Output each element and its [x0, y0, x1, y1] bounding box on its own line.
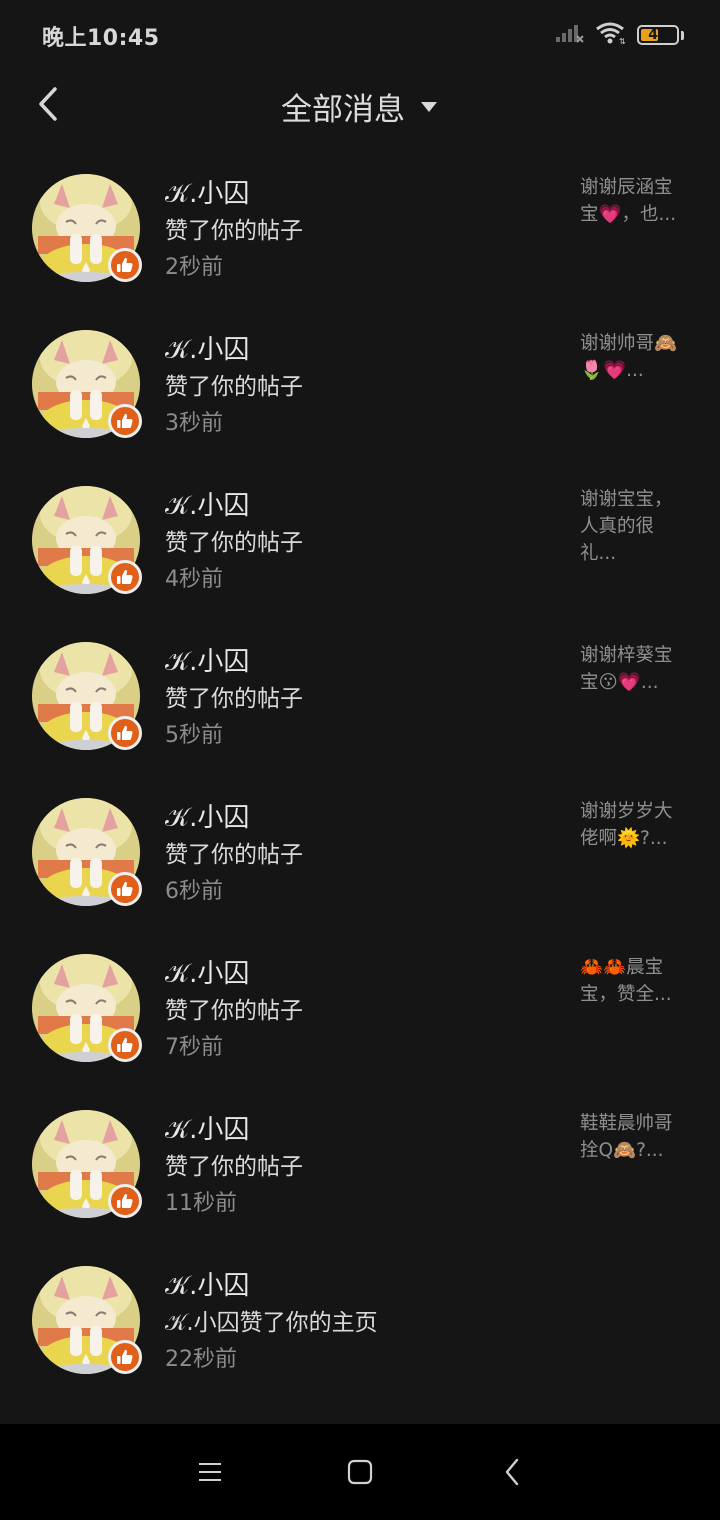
svg-text:⇅: ⇅	[619, 37, 626, 45]
message-preview[interactable]: 鞋鞋晨帅哥 拴Q🙈?...	[580, 1110, 690, 1164]
message-text: 𝒦.小囚 𝒦.小囚赞了你的主页 22秒前	[165, 1268, 555, 1378]
message-text: 𝒦.小囚 赞了你的帖子 4秒前	[165, 488, 555, 598]
thumbs-up-icon	[108, 404, 142, 438]
message-text: 𝒦.小囚 赞了你的帖子 5秒前	[165, 644, 555, 754]
thumbs-up-icon	[108, 716, 142, 750]
message-text: 𝒦.小囚 赞了你的帖子 6秒前	[165, 800, 555, 910]
message-preview[interactable]: 谢谢辰涵宝 宝💗，也...	[580, 174, 690, 228]
status-time: 晚上10:45	[42, 26, 160, 51]
message-item[interactable]: 𝒦.小囚 赞了你的帖子 4秒前 谢谢宝宝， 人真的很 礼...	[0, 462, 720, 618]
message-sender-name[interactable]: 𝒦.小囚	[165, 488, 555, 524]
message-time: 22秒前	[165, 1347, 237, 1372]
avatar-wrap[interactable]	[32, 798, 142, 906]
message-sender-name[interactable]: 𝒦.小囚	[165, 1268, 555, 1304]
message-action: 赞了你的帖子	[165, 686, 303, 712]
message-item[interactable]: 𝒦.小囚 赞了你的帖子 6秒前 谢谢岁岁大 佬啊🌞?...	[0, 774, 720, 930]
message-sender-name[interactable]: 𝒦.小囚	[165, 644, 555, 680]
message-time: 11秒前	[165, 1191, 237, 1216]
message-item[interactable]: 𝒦.小囚 赞了你的帖子 2秒前 谢谢辰涵宝 宝💗，也...	[0, 150, 720, 306]
message-item[interactable]: 𝒦.小囚 赞了你的帖子 5秒前 谢谢梓葵宝 宝😗💗...	[0, 618, 720, 774]
avatar-wrap[interactable]	[32, 954, 142, 1062]
thumbs-up-icon	[108, 872, 142, 906]
message-time: 7秒前	[165, 1035, 223, 1060]
message-preview[interactable]: 谢谢梓葵宝 宝😗💗...	[580, 642, 690, 696]
message-text: 𝒦.小囚 赞了你的帖子 3秒前	[165, 332, 555, 442]
message-filter-dropdown[interactable]: 全部消息	[281, 84, 439, 129]
message-preview[interactable]: 谢谢岁岁大 佬啊🌞?...	[580, 798, 690, 852]
message-item[interactable]: 𝒦.小囚 赞了你的帖子 7秒前 🦀🦀晨宝 宝，赞全...	[0, 930, 720, 1086]
signal-icon	[555, 22, 585, 48]
back-icon	[505, 1458, 519, 1486]
message-sender-name[interactable]: 𝒦.小囚	[165, 956, 555, 992]
message-item[interactable]: 𝒦.小囚 赞了你的帖子 11秒前 鞋鞋晨帅哥 拴Q🙈?...	[0, 1086, 720, 1242]
nav-back-button[interactable]	[490, 1452, 534, 1492]
battery-icon: 46	[637, 25, 679, 45]
system-nav-bar	[0, 1424, 720, 1520]
caret-down-icon	[421, 101, 437, 112]
message-time: 2秒前	[165, 255, 223, 280]
message-action: 赞了你的帖子	[165, 1154, 303, 1180]
message-sender-name[interactable]: 𝒦.小囚	[165, 800, 555, 836]
thumbs-up-icon	[108, 1028, 142, 1062]
message-text: 𝒦.小囚 赞了你的帖子 2秒前	[165, 176, 555, 286]
message-preview[interactable]: 🦀🦀晨宝 宝，赞全...	[580, 954, 690, 1008]
home-square-icon	[347, 1459, 373, 1485]
message-time: 5秒前	[165, 723, 223, 748]
message-action: 𝒦.小囚赞了你的主页	[165, 1310, 378, 1336]
status-bar: 晚上10:45 ⇅ 46	[0, 0, 720, 70]
avatar-wrap[interactable]	[32, 330, 142, 438]
avatar-wrap[interactable]	[32, 486, 142, 594]
message-action: 赞了你的帖子	[165, 530, 303, 556]
status-icons: ⇅ 46	[555, 22, 684, 48]
menu-icon	[199, 1463, 221, 1481]
message-time: 4秒前	[165, 567, 223, 592]
nav-menu-button[interactable]	[188, 1452, 232, 1492]
message-time: 3秒前	[165, 411, 223, 436]
nav-home-button[interactable]	[338, 1452, 382, 1492]
message-text: 𝒦.小囚 赞了你的帖子 11秒前	[165, 1112, 555, 1222]
battery-cap	[681, 30, 684, 40]
avatar-wrap[interactable]	[32, 1110, 142, 1218]
screen: 晚上10:45 ⇅ 46 全部消息 𝒦.小囚 赞了你的帖子 2秒前 谢谢辰涵宝 …	[0, 0, 720, 1520]
message-action: 赞了你的帖子	[165, 998, 303, 1024]
avatar-wrap[interactable]	[32, 1266, 142, 1374]
wifi-icon: ⇅	[595, 21, 627, 49]
message-action: 赞了你的帖子	[165, 374, 303, 400]
thumbs-up-icon	[108, 560, 142, 594]
message-sender-name[interactable]: 𝒦.小囚	[165, 332, 555, 368]
avatar-wrap[interactable]	[32, 642, 142, 750]
message-list: 𝒦.小囚 赞了你的帖子 2秒前 谢谢辰涵宝 宝💗，也... 𝒦.小囚 赞了你的帖…	[0, 150, 720, 1398]
thumbs-up-icon	[108, 1340, 142, 1374]
message-item[interactable]: 𝒦.小囚 赞了你的帖子 3秒前 谢谢帅哥🙈 🌷💗...	[0, 306, 720, 462]
message-text: 𝒦.小囚 赞了你的帖子 7秒前	[165, 956, 555, 1066]
message-action: 赞了你的帖子	[165, 218, 303, 244]
avatar-wrap[interactable]	[32, 174, 142, 282]
message-time: 6秒前	[165, 879, 223, 904]
message-preview[interactable]: 谢谢宝宝， 人真的很 礼...	[580, 486, 690, 567]
header: 全部消息	[0, 70, 720, 140]
message-sender-name[interactable]: 𝒦.小囚	[165, 1112, 555, 1148]
header-title-wrap: 全部消息	[0, 84, 720, 129]
thumbs-up-icon	[108, 248, 142, 282]
message-preview[interactable]: 谢谢帅哥🙈 🌷💗...	[580, 330, 690, 384]
message-sender-name[interactable]: 𝒦.小囚	[165, 176, 555, 212]
thumbs-up-icon	[108, 1184, 142, 1218]
battery-level: 46	[648, 27, 668, 43]
message-item[interactable]: 𝒦.小囚 𝒦.小囚赞了你的主页 22秒前	[0, 1242, 720, 1398]
message-action: 赞了你的帖子	[165, 842, 303, 868]
page-title: 全部消息	[281, 92, 405, 128]
